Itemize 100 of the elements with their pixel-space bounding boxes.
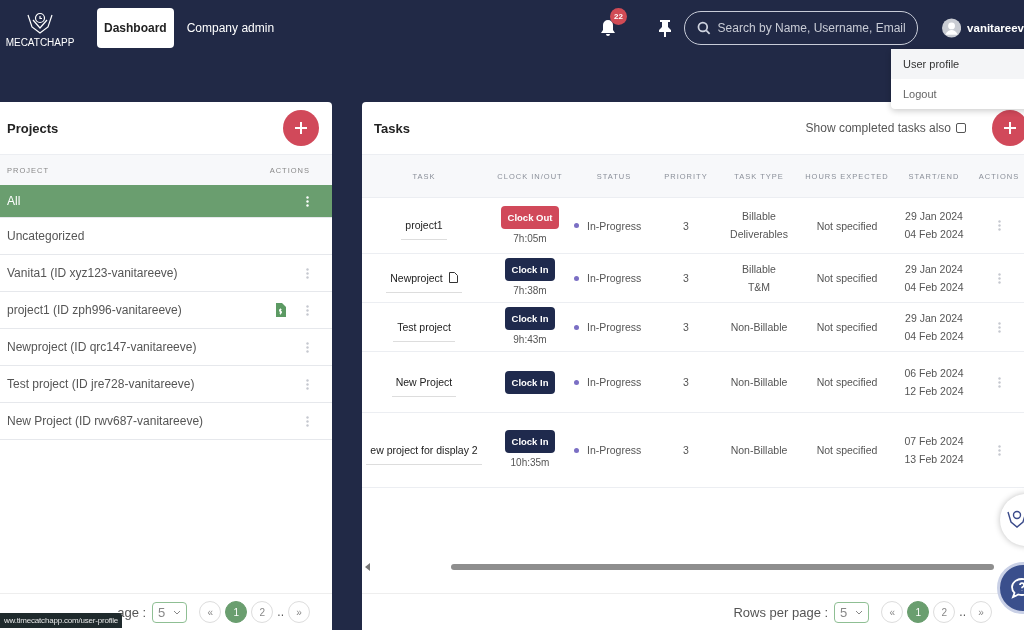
task-name[interactable]: project1 bbox=[401, 211, 447, 240]
show-completed-label: Show completed tasks also bbox=[805, 121, 951, 135]
clock-button[interactable]: Clock In bbox=[504, 370, 556, 394]
priority: 3 bbox=[683, 321, 689, 333]
clock-button[interactable]: Clock In bbox=[504, 258, 556, 281]
project-row[interactable]: Newproject (ID qrc147-vanitareeve) bbox=[0, 329, 332, 366]
menu-item[interactable]: User profile bbox=[891, 49, 1024, 79]
task-name[interactable]: ew project for display 2 bbox=[366, 435, 482, 465]
pin-icon[interactable] bbox=[658, 18, 672, 37]
task-name[interactable]: Test project bbox=[393, 312, 455, 342]
project-row[interactable]: Uncategorized bbox=[0, 218, 332, 255]
logo-figure-icon bbox=[25, 11, 55, 36]
plus-icon bbox=[294, 121, 308, 135]
more-options-icon[interactable] bbox=[997, 321, 1001, 333]
status-text: In-Progress bbox=[587, 444, 642, 456]
status-text: In-Progress bbox=[587, 219, 642, 232]
priority: 3 bbox=[683, 376, 689, 388]
timer: 7h:38m bbox=[513, 284, 547, 298]
task-name[interactable]: New Project bbox=[391, 367, 457, 397]
rows-per-page-label: Rows per page : bbox=[733, 604, 829, 620]
more-options-icon[interactable] bbox=[306, 195, 309, 207]
end-date: 12 Feb 2024 bbox=[904, 383, 964, 399]
more-options-icon[interactable] bbox=[306, 267, 309, 279]
task-type: Deliverables bbox=[730, 227, 788, 242]
hours-expected: Not specified bbox=[816, 376, 878, 388]
scroll-left-arrow-icon[interactable] bbox=[365, 563, 371, 571]
more-options-icon[interactable] bbox=[306, 341, 309, 353]
task-type: Billable bbox=[742, 261, 776, 277]
panel-title: Projects bbox=[7, 120, 59, 136]
project-name: Uncategorized bbox=[7, 229, 86, 243]
invoice-icon[interactable] bbox=[275, 303, 286, 317]
add-button[interactable] bbox=[283, 110, 319, 146]
task-type: Billable bbox=[742, 209, 776, 224]
project-row[interactable]: project1 (ID zph996-vanitareeve) bbox=[0, 292, 332, 329]
priority: 3 bbox=[683, 272, 689, 284]
project-row[interactable]: Vanita1 (ID xyz123-vanitareeve) bbox=[0, 255, 332, 292]
status-text: In-Progress bbox=[587, 321, 642, 333]
logo-wordmark: MECATCHAPP bbox=[5, 36, 75, 48]
status-dot-icon bbox=[574, 447, 579, 453]
bell-icon[interactable] bbox=[600, 18, 616, 37]
chevron-down-icon bbox=[173, 609, 182, 615]
project-name: project1 (ID zph996-vanitareeve) bbox=[7, 303, 183, 317]
document-icon[interactable] bbox=[448, 272, 458, 283]
start-date: 06 Feb 2024 bbox=[904, 365, 964, 381]
status-text: In-Progress bbox=[587, 376, 642, 388]
plus-icon bbox=[1003, 121, 1017, 135]
timer: 9h:43m bbox=[513, 333, 547, 347]
chevron-down-icon bbox=[855, 609, 864, 615]
more-options-icon[interactable] bbox=[997, 272, 1001, 284]
hours-expected: Not specified bbox=[816, 321, 878, 333]
timer: 10h:35m bbox=[510, 456, 550, 470]
more-options-icon[interactable] bbox=[306, 304, 309, 316]
rows-per-page-select[interactable]: 5 bbox=[152, 601, 188, 623]
rows-per-page-select[interactable]: 5 bbox=[834, 601, 870, 623]
menu-item[interactable]: Logout bbox=[891, 79, 1024, 109]
hours-expected: Not specified bbox=[816, 272, 878, 284]
search-input[interactable]: Search by Name, Username, Email bbox=[717, 20, 917, 35]
priority: 3 bbox=[683, 219, 689, 232]
clock-button[interactable]: Clock Out bbox=[500, 205, 560, 229]
task-type: Non-Billable bbox=[730, 319, 788, 335]
username[interactable]: vanitareev bbox=[967, 21, 1024, 34]
project-name: New Project (ID rwv687-vanitareeve) bbox=[7, 414, 205, 428]
status-dot-icon bbox=[574, 275, 579, 281]
more-options-icon[interactable] bbox=[997, 376, 1001, 388]
task-name[interactable]: Newproject bbox=[386, 263, 462, 293]
project-name: All bbox=[7, 194, 22, 208]
task-type: Non-Billable bbox=[730, 442, 788, 458]
hours-expected: Not specified bbox=[816, 219, 878, 232]
start-date: 29 Jan 2024 bbox=[905, 310, 963, 326]
add-button[interactable] bbox=[992, 110, 1024, 146]
status-text: In-Progress bbox=[587, 272, 642, 284]
more-options-icon[interactable] bbox=[306, 415, 309, 427]
more-options-icon[interactable] bbox=[306, 378, 309, 390]
status-dot-icon bbox=[574, 223, 579, 228]
task-type: T&M bbox=[747, 279, 771, 295]
status-dot-icon bbox=[574, 379, 579, 385]
hours-expected: Not specified bbox=[816, 444, 878, 456]
project-name: Test project (ID jre728-vanitareeve) bbox=[7, 377, 196, 391]
timer: 7h:05m bbox=[513, 231, 547, 246]
status-dot-icon bbox=[574, 324, 579, 330]
checkbox[interactable] bbox=[956, 123, 966, 133]
start-date: 29 Jan 2024 bbox=[905, 261, 963, 277]
clock-button[interactable]: Clock In bbox=[504, 430, 556, 453]
priority: 3 bbox=[683, 444, 689, 456]
end-date: 04 Feb 2024 bbox=[904, 227, 964, 242]
start-date: 29 Jan 2024 bbox=[905, 209, 963, 224]
end-date: 04 Feb 2024 bbox=[904, 279, 964, 295]
horizontal-scrollbar[interactable] bbox=[365, 563, 994, 571]
nav-tab[interactable]: Dashboard bbox=[97, 7, 174, 48]
start-date: 07 Feb 2024 bbox=[904, 433, 964, 449]
clock-button[interactable]: Clock In bbox=[504, 307, 556, 330]
project-row[interactable]: Test project (ID jre728-vanitareeve) bbox=[0, 366, 332, 403]
end-date: 13 Feb 2024 bbox=[904, 451, 964, 467]
more-options-icon[interactable] bbox=[997, 220, 1001, 231]
more-options-icon[interactable] bbox=[997, 444, 1001, 456]
end-date: 04 Feb 2024 bbox=[904, 328, 964, 344]
nav-tab[interactable]: Company admin bbox=[179, 7, 282, 48]
project-row[interactable]: New Project (ID rwv687-vanitareeve) bbox=[0, 403, 332, 440]
notification-count-badge: 22 bbox=[610, 7, 627, 25]
ellipsis: .. bbox=[277, 605, 284, 619]
